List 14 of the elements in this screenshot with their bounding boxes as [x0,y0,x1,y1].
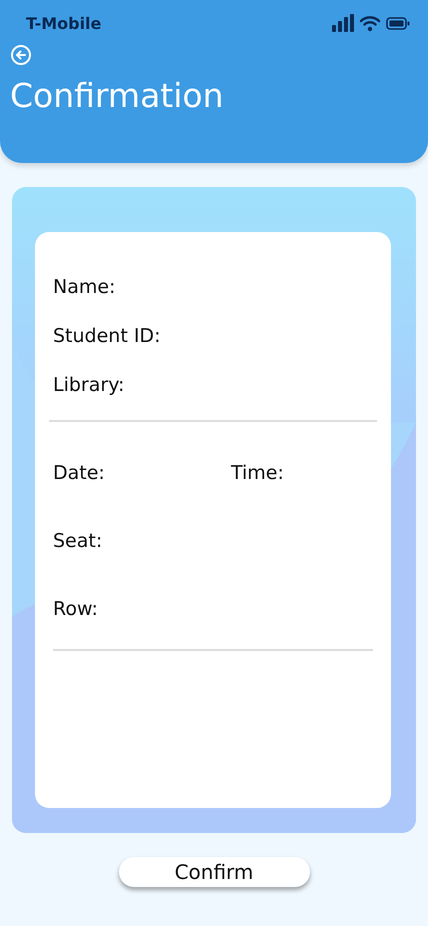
page-title: Confirmation [10,76,224,116]
signal-icon [332,14,354,32]
field-label: Date: [53,462,105,484]
field-label: Seat: [53,530,102,552]
field-label: Student ID: [53,324,162,348]
carrier-name: T-Mobile [26,14,102,32]
battery-icon [386,16,410,30]
confirm-button[interactable]: Confirm [118,857,310,887]
field-label: Name: [53,276,116,299]
back-icon[interactable] [10,44,32,66]
field-label: Time: [231,462,284,484]
wifi-icon [359,14,381,32]
field-label: Row: [53,598,98,620]
field-label: Library: [53,374,126,396]
